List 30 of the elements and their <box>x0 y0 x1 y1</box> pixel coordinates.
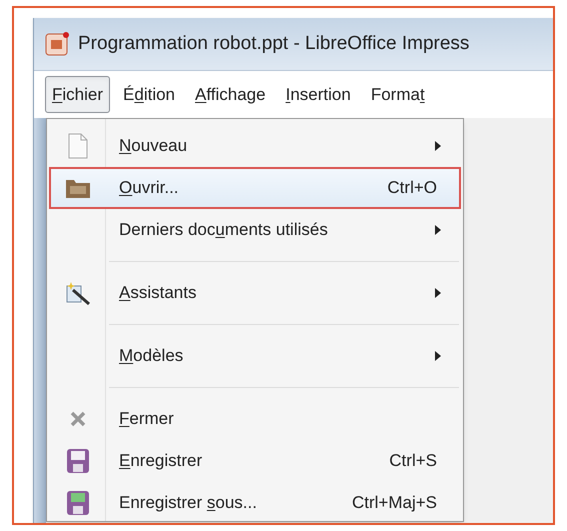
shortcut-text: Ctrl+Maj+S <box>352 492 437 514</box>
menu-item[interactable]: Ouvrir... Ctrl+O <box>49 167 461 209</box>
menu-item-label: Modèles <box>119 345 184 368</box>
menu-bar-item[interactable]: Fichier <box>45 76 110 114</box>
folder-icon <box>65 177 91 199</box>
presentation-icon <box>44 31 70 57</box>
menu-item-label: Nouveau <box>119 135 188 158</box>
menu-item-label: Fermer <box>119 408 174 430</box>
menu-item-label: Enregistrer <box>119 450 202 472</box>
menu-item[interactable]: Assistants <box>49 272 461 314</box>
menu-bar-item[interactable]: Édition <box>116 76 182 114</box>
menu-bar-item[interactable]: Format <box>364 76 432 114</box>
menu-item-label: Ouvrir... <box>119 177 179 200</box>
window-title: Programmation robot.ppt - LibreOffice Impress <box>78 32 470 56</box>
menu-item[interactable]: Modèles <box>49 335 461 377</box>
menu-item[interactable]: Nouveau <box>49 125 461 167</box>
document-icon <box>68 133 88 159</box>
menu-item[interactable]: Enregistrer sous... Ctrl+Maj+S <box>49 482 461 523</box>
shortcut-text: Ctrl+S <box>389 450 437 472</box>
shortcut-text: Ctrl+O <box>387 177 437 200</box>
menu-item[interactable]: Derniers documents utilisés <box>49 209 461 251</box>
close-icon <box>70 411 86 427</box>
menu-item[interactable]: Fermer <box>49 398 461 440</box>
menu-item-label: Enregistrer sous... <box>119 492 257 514</box>
menu-item-label: Assistants <box>119 282 196 304</box>
menu-bar-item[interactable]: Affichage <box>188 76 273 114</box>
menu-bar-item[interactable]: Insertion <box>278 76 358 114</box>
menu-item-label: Derniers documents utilisés <box>119 219 328 242</box>
menu-item[interactable]: Enregistrer Ctrl+S <box>49 440 461 482</box>
wand-icon <box>65 280 91 306</box>
